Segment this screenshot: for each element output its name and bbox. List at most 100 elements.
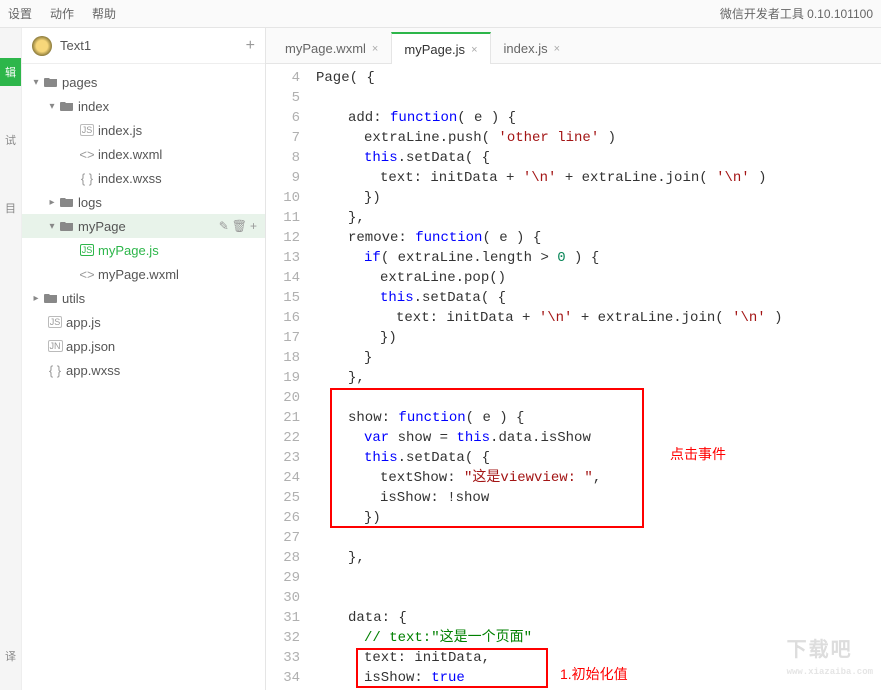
sidebar-header: Text1 + (22, 28, 265, 64)
code-line[interactable]: }, (316, 548, 881, 568)
file-tree: ▾ pages ▾ index JS index.js <> index.wxm… (22, 64, 265, 690)
tree-row[interactable]: { } app.wxss (22, 358, 265, 382)
code-line[interactable]: extraLine.push( 'other line' ) (316, 128, 881, 148)
code-line[interactable] (316, 528, 881, 548)
file-icon: { } (78, 171, 96, 186)
tree-label: index (78, 99, 257, 114)
tree-label: utils (62, 291, 257, 306)
menubar: 设置 动作 帮助 微信开发者工具 0.10.101100 (0, 0, 881, 28)
code-line[interactable]: this.setData( { (316, 288, 881, 308)
file-icon: JS (46, 316, 64, 328)
file-icon (58, 100, 76, 112)
tree-edit-icon[interactable]: ✎ (219, 219, 229, 233)
tree-row[interactable]: <> index.wxml (22, 142, 265, 166)
tree-row[interactable]: JS myPage.js (22, 238, 265, 262)
editor-tab[interactable]: myPage.wxml × (272, 32, 391, 63)
tree-label: app.json (66, 339, 257, 354)
file-icon: JN (46, 340, 64, 352)
code-line[interactable]: add: function( e ) { (316, 108, 881, 128)
code-line[interactable]: this.setData( { (316, 448, 881, 468)
code-line[interactable] (316, 88, 881, 108)
editor-tab[interactable]: myPage.js × (391, 32, 490, 64)
tree-row[interactable]: ▾ index (22, 94, 265, 118)
code-line[interactable]: }, (316, 208, 881, 228)
tree-label: index.js (98, 123, 257, 138)
code-area[interactable]: 4567891011121314151617181920212223242526… (266, 64, 881, 690)
close-icon[interactable]: × (554, 43, 560, 55)
tree-label: app.js (66, 315, 257, 330)
file-icon (58, 220, 76, 232)
tree-row[interactable]: ▸ utils (22, 286, 265, 310)
tree-row[interactable]: ▸ logs (22, 190, 265, 214)
menu-settings[interactable]: 设置 (8, 5, 32, 22)
tree-row[interactable]: <> myPage.wxml (22, 262, 265, 286)
add-project-button[interactable]: + (246, 37, 255, 55)
tree-row[interactable]: JS index.js (22, 118, 265, 142)
code-line[interactable]: isShow: !show (316, 488, 881, 508)
code-line[interactable]: }) (316, 328, 881, 348)
tree-row[interactable]: JS app.js (22, 310, 265, 334)
file-icon (42, 292, 60, 304)
code-line[interactable]: textShow: "这是viewview: ", (316, 468, 881, 488)
rail-edit[interactable]: 辑 (0, 58, 21, 86)
tree-row[interactable]: JN app.json (22, 334, 265, 358)
avatar[interactable] (32, 36, 52, 56)
code-line[interactable]: text: initData + '\n' + extraLine.join( … (316, 168, 881, 188)
tab-label: index.js (504, 41, 548, 56)
editor-tab[interactable]: index.js × (491, 32, 574, 63)
code-line[interactable] (316, 588, 881, 608)
file-icon (42, 76, 60, 88)
code-line[interactable]: Page( { (316, 68, 881, 88)
tree-label: pages (62, 75, 257, 90)
tree-row[interactable]: { } index.wxss (22, 166, 265, 190)
code-line[interactable] (316, 388, 881, 408)
file-icon: <> (78, 267, 96, 282)
code-line[interactable]: data: { (316, 608, 881, 628)
sidebar: Text1 + ▾ pages ▾ index JS index.js <> i… (22, 28, 266, 690)
code-line[interactable]: text: initData, (316, 648, 881, 668)
code-line[interactable]: if( extraLine.length > 0 ) { (316, 248, 881, 268)
left-rail: 辑 试 目 译 (0, 28, 22, 690)
file-icon: { } (46, 363, 64, 378)
tree-label: index.wxss (98, 171, 257, 186)
file-icon: JS (78, 124, 96, 136)
editor-area: myPage.wxml × myPage.js × index.js × 456… (266, 28, 881, 690)
tree-row[interactable]: ▾ myPage ✎🗑+ (22, 214, 265, 238)
code-line[interactable]: isShow: true (316, 668, 881, 688)
code-line[interactable]: }) (316, 508, 881, 528)
tree-label: myPage.js (98, 243, 257, 258)
code-content[interactable]: Page( { add: function( e ) {extraLine.pu… (310, 64, 881, 690)
caret-icon: ▸ (46, 197, 58, 208)
editor-tabs: myPage.wxml × myPage.js × index.js × (266, 28, 881, 64)
tree-label: logs (78, 195, 257, 210)
tree-delete-icon[interactable]: 🗑 (232, 219, 247, 233)
menu-actions[interactable]: 动作 (50, 5, 74, 22)
code-line[interactable]: show: function( e ) { (316, 408, 881, 428)
tree-row[interactable]: ▾ pages (22, 70, 265, 94)
menu-help[interactable]: 帮助 (92, 5, 116, 22)
code-line[interactable]: } (316, 348, 881, 368)
close-icon[interactable]: × (372, 43, 378, 55)
code-line[interactable]: }, (316, 368, 881, 388)
rail-debug[interactable]: 试 (0, 126, 21, 154)
code-line[interactable]: remove: function( e ) { (316, 228, 881, 248)
caret-icon: ▾ (30, 77, 42, 88)
tree-add-icon[interactable]: + (250, 219, 257, 233)
file-icon: JS (78, 244, 96, 256)
file-icon (58, 196, 76, 208)
code-line[interactable] (316, 568, 881, 588)
rail-project[interactable]: 目 (0, 194, 21, 222)
code-line[interactable]: extraLine.pop() (316, 268, 881, 288)
code-line[interactable]: text: initData + '\n' + extraLine.join( … (316, 308, 881, 328)
rail-compile[interactable]: 译 (0, 642, 21, 670)
caret-icon: ▾ (46, 101, 58, 112)
tab-label: myPage.js (404, 42, 465, 57)
code-line[interactable]: }) (316, 188, 881, 208)
code-line[interactable]: this.setData( { (316, 148, 881, 168)
tree-label: index.wxml (98, 147, 257, 162)
code-line[interactable]: // text:"这是一个页面" (316, 628, 881, 648)
code-line[interactable]: var show = this.data.isShow (316, 428, 881, 448)
tab-label: myPage.wxml (285, 41, 366, 56)
file-icon: <> (78, 147, 96, 162)
close-icon[interactable]: × (471, 44, 477, 56)
